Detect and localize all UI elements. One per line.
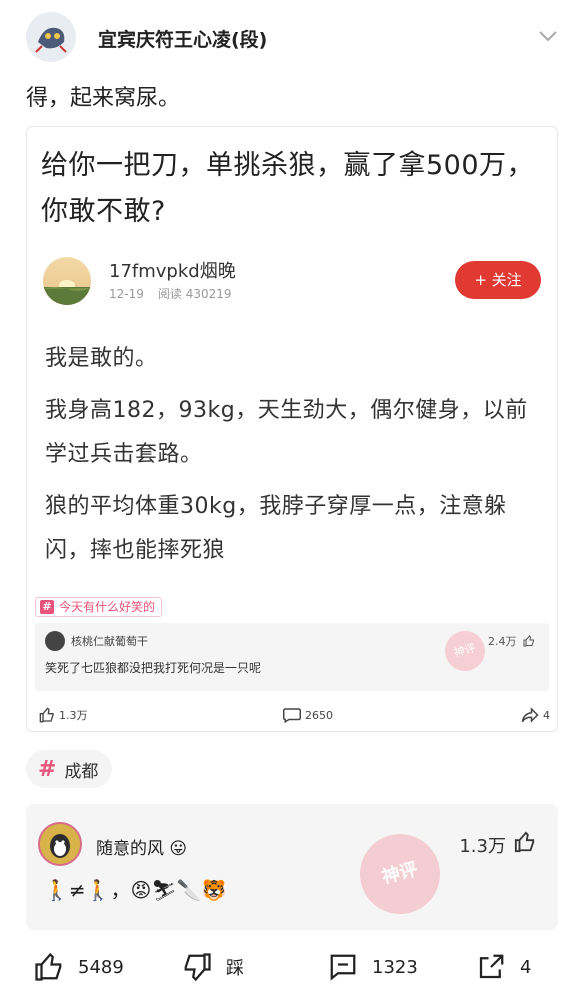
thumb-up-icon bbox=[35, 952, 62, 981]
hashtag-icon: # bbox=[40, 600, 54, 614]
comment-text: 🚶≠🚶，😡⛷🔪🐯 bbox=[44, 878, 227, 902]
article-paragraph: 我是敢的。 bbox=[45, 346, 158, 371]
topic-label: 成都 bbox=[64, 761, 99, 782]
article-comment-count: 2650 bbox=[305, 708, 333, 722]
hot-comment-likes[interactable]: 2.4万 bbox=[488, 633, 535, 649]
hot-comment-stamp: 神评 bbox=[351, 825, 449, 923]
bottom-action-bar: 5489 踩 1323 4 bbox=[0, 940, 584, 1000]
hashtag-icon: # bbox=[38, 756, 57, 782]
thumb-up-icon bbox=[39, 707, 54, 723]
share-icon bbox=[479, 954, 504, 979]
commenter-avatar bbox=[45, 631, 65, 651]
article-date: 12-19 bbox=[109, 287, 144, 301]
thumb-up-icon[interactable] bbox=[514, 831, 536, 857]
hot-comment-stamp: 神评 bbox=[440, 626, 490, 676]
article-paragraph: 狼的平均体重30kg，我脖子穿厚一点，注意躲闪，摔也能摔死狼 bbox=[45, 494, 507, 563]
commenter-name[interactable]: 随意的风 😛 bbox=[96, 834, 187, 859]
article-reads: 阅读 430219 bbox=[157, 287, 232, 301]
comment-icon bbox=[283, 708, 301, 723]
tongue-face-emoji: 😛 bbox=[169, 839, 188, 859]
article-topic-tag[interactable]: # 今天有什么好笑的 bbox=[35, 597, 163, 617]
article-actions: 1.3万 2650 4 bbox=[35, 705, 550, 725]
hot-comment-text: 笑死了七匹狼都没把我打死何况是一只呢 bbox=[45, 661, 262, 675]
article-like-count: 1.3万 bbox=[59, 709, 88, 722]
quoted-article-card[interactable]: 给你一把刀，单挑杀狼，赢了拿500万，你敢不敢? 17fmvpkd烟晚 12-1… bbox=[26, 126, 558, 732]
article-author-avatar[interactable] bbox=[43, 257, 91, 305]
thumb-down-icon bbox=[184, 953, 211, 982]
commenter-avatar[interactable] bbox=[38, 822, 82, 866]
commenter-name: 核桃仁献葡萄干 bbox=[71, 635, 148, 648]
article-meta: 12-19 阅读 430219 bbox=[109, 285, 232, 302]
thumb-up-icon bbox=[523, 635, 534, 647]
comment-button[interactable]: 1323 bbox=[328, 952, 418, 982]
comment-icon bbox=[330, 954, 356, 981]
article-body: 我是敢的。 我身高182，93kg，天生劲大，偶尔健身，以前学过兵击套路。 狼的… bbox=[45, 337, 545, 581]
share-count: 4 bbox=[520, 956, 532, 978]
article-share-count: 4 bbox=[543, 708, 550, 722]
commenter-name-text: 随意的风 bbox=[96, 839, 164, 859]
dislike-label: 踩 bbox=[226, 958, 244, 979]
topic-tag[interactable]: # 成都 bbox=[26, 750, 113, 788]
post-header: 宜宾庆符王心凌(段) bbox=[0, 0, 584, 76]
like-button[interactable]: 5489 bbox=[34, 952, 124, 982]
hot-comment-likes-count: 2.4万 bbox=[488, 635, 517, 648]
article-title: 给你一把刀，单挑杀狼，赢了拿500万，你敢不敢? bbox=[41, 150, 535, 227]
article-topic-label: 今天有什么好笑的 bbox=[59, 600, 156, 614]
post-text: 得，起来窝尿。 bbox=[26, 86, 181, 111]
comment-count: 1323 bbox=[372, 956, 418, 978]
hot-comment[interactable]: 随意的风 😛 神评 1.3万 🚶≠🚶，😡⛷🔪🐯 bbox=[26, 804, 558, 930]
like-count: 5489 bbox=[78, 956, 124, 978]
dislike-button[interactable]: 踩 bbox=[182, 952, 244, 982]
article-comment-button[interactable]: 2650 bbox=[283, 707, 333, 723]
comment-like-count: 1.3万 bbox=[459, 836, 506, 857]
article-share-button[interactable]: 4 bbox=[521, 707, 550, 723]
chevron-down-icon[interactable] bbox=[537, 28, 559, 44]
article-author-name[interactable]: 17fmvpkd烟晚 bbox=[109, 257, 236, 283]
share-button[interactable]: 4 bbox=[476, 952, 531, 982]
article-paragraph: 我身高182，93kg，天生劲大，偶尔健身，以前学过兵击套路。 bbox=[45, 398, 528, 467]
author-avatar[interactable] bbox=[26, 12, 76, 62]
share-icon bbox=[521, 707, 539, 723]
article-hot-comment[interactable]: 核桃仁献葡萄干 神评 2.4万 笑死了七匹狼都没把我打死何况是一只呢 bbox=[35, 623, 549, 691]
follow-button[interactable]: + 关注 bbox=[455, 261, 541, 299]
author-name[interactable]: 宜宾庆符王心凌(段) bbox=[98, 25, 267, 52]
article-like-button[interactable]: 1.3万 bbox=[39, 707, 88, 723]
